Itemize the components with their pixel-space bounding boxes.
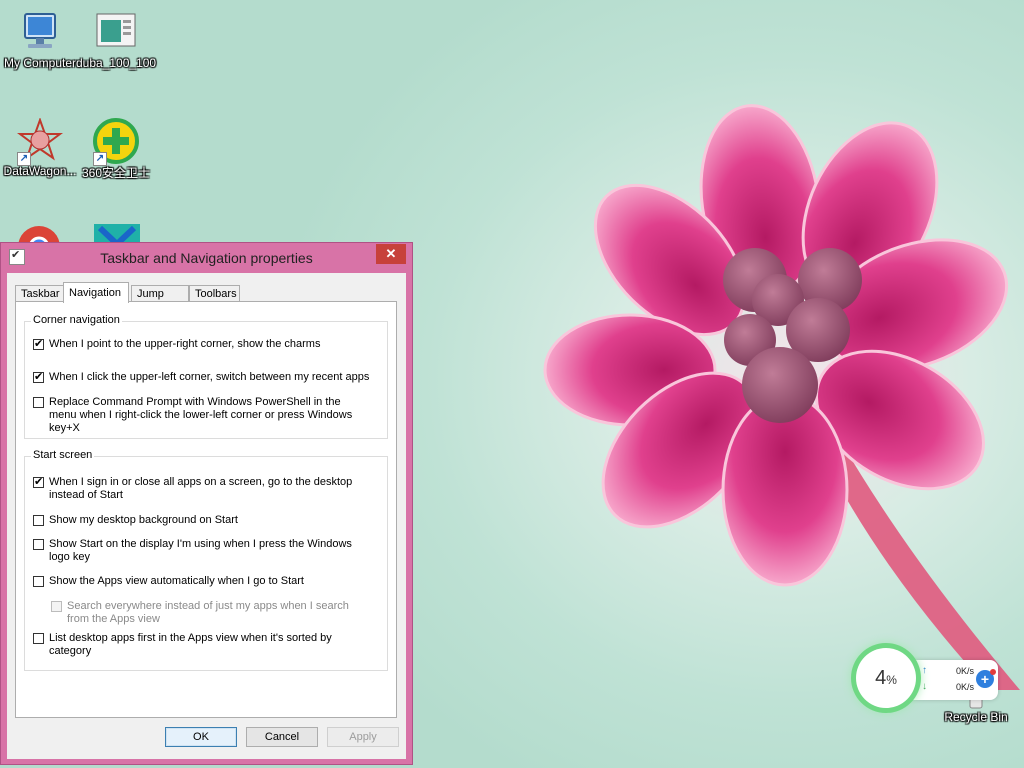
upload-speed: 0K/s [955, 666, 974, 676]
option-label: When I point to the upper-right corner, … [49, 338, 321, 350]
desktop-icon-my-computer[interactable]: My Computer [0, 10, 80, 70]
tab-taskbar[interactable]: Taskbar [15, 285, 64, 302]
document-image-icon [93, 10, 139, 56]
desktop-icon-duba[interactable]: duba_100_100 [76, 10, 156, 70]
option-show-start-on-display[interactable]: Show Start on the display I'm using when… [33, 538, 373, 564]
shortcut-arrow-icon: ↗ [17, 152, 31, 166]
app-icon[interactable] [94, 224, 140, 244]
dialog-client-area: Taskbar Navigation Jump Lists Toolbars C… [7, 273, 406, 759]
start-screen-group: Start screen When I sign in or close all… [24, 449, 388, 671]
dialog-title: Taskbar and Navigation properties [100, 250, 313, 266]
option-label: Show Start on the display I'm using when… [49, 538, 352, 563]
option-label: List desktop apps first in the Apps view… [49, 632, 332, 657]
accelerate-plus-icon[interactable]: + [976, 669, 996, 688]
cpu-usage-value: 4 [875, 667, 887, 689]
dialog-titlebar[interactable]: Taskbar and Navigation properties ✕ [1, 243, 412, 273]
tab-jump-lists[interactable]: Jump Lists [131, 285, 189, 317]
flower-wallpaper [543, 104, 1020, 690]
option-label: Replace Command Prompt with Windows Powe… [49, 396, 353, 434]
checkbox[interactable] [33, 370, 44, 383]
checkbox[interactable] [33, 515, 44, 526]
corner-navigation-group: Corner navigation When I point to the up… [24, 314, 388, 439]
option-desktop-background-on-start[interactable]: Show my desktop background on Start [33, 514, 363, 527]
cancel-button[interactable]: Cancel [246, 727, 318, 747]
corner-navigation-legend: Corner navigation [31, 314, 122, 326]
option-upper-left-switch-apps[interactable]: When I click the upper-left corner, swit… [33, 370, 377, 384]
network-monitor-widget[interactable]: ↑ 0K/s ↓ 0K/s + 4% [856, 648, 1004, 714]
desktop-icon-label: My Computer [3, 56, 77, 70]
close-button[interactable]: ✕ [376, 244, 406, 264]
tab-navigation[interactable]: Navigation [63, 282, 129, 303]
option-apps-view-automatically[interactable]: Show the Apps view automatically when I … [33, 575, 363, 588]
option-label: When I sign in or close all apps on a sc… [49, 476, 353, 501]
network-speed-panel: ↑ 0K/s ↓ 0K/s + [906, 660, 998, 700]
cpu-usage-bubble[interactable]: 4% [856, 648, 916, 708]
taskbar-navigation-properties-dialog: Taskbar and Navigation properties ✕ Task… [0, 242, 413, 765]
shortcut-arrow-icon: ↗ [93, 152, 107, 166]
checkbox[interactable] [51, 601, 62, 612]
cpu-usage-unit: % [886, 673, 897, 687]
desktop-icon-datawagon[interactable]: ↗ DataWagon... [0, 117, 80, 178]
checkbox[interactable] [33, 576, 44, 587]
apply-button[interactable]: Apply [327, 727, 399, 747]
option-search-everywhere[interactable]: Search everywhere instead of just my app… [51, 600, 356, 626]
option-label: Show my desktop background on Start [49, 514, 238, 526]
start-screen-legend: Start screen [31, 449, 95, 461]
360-security-icon: ↗ [93, 118, 139, 166]
navigation-tab-panel: Corner navigation When I point to the up… [15, 301, 397, 718]
desktop-icon-label: 360安全卫士 [81, 166, 151, 180]
option-replace-with-powershell[interactable]: Replace Command Prompt with Windows Powe… [33, 396, 363, 435]
desktop-icon-360[interactable]: ↗ 360安全卫士 [76, 118, 156, 181]
checkbox[interactable] [33, 633, 44, 644]
desktop-icon-label: duba_100_100 [76, 56, 157, 70]
option-go-to-desktop[interactable]: When I sign in or close all apps on a sc… [33, 475, 363, 502]
computer-icon [17, 10, 63, 56]
ok-button[interactable]: OK [165, 727, 237, 747]
checkbox[interactable] [33, 475, 44, 488]
tab-toolbars[interactable]: Toolbars [189, 285, 240, 302]
datawagon-app-icon: ↗ [17, 117, 63, 166]
checkbox[interactable] [33, 539, 44, 550]
option-label: Show the Apps view automatically when I … [49, 575, 304, 587]
download-speed: 0K/s [955, 682, 974, 692]
option-label: Search everywhere instead of just my app… [67, 600, 349, 625]
option-upper-right-charms[interactable]: When I point to the upper-right corner, … [33, 337, 377, 351]
checkbox[interactable] [33, 337, 44, 350]
option-label: When I click the upper-left corner, swit… [49, 371, 370, 383]
desktop-icon-label: DataWagon... [3, 164, 77, 178]
checkbox[interactable] [33, 397, 44, 408]
option-list-desktop-apps-first[interactable]: List desktop apps first in the Apps view… [33, 632, 363, 658]
